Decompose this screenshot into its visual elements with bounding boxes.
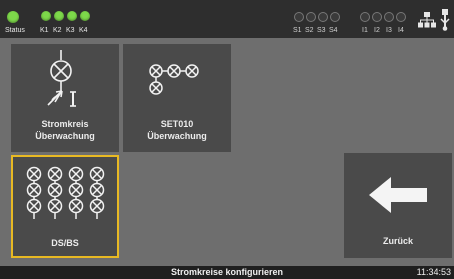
relay-led-k3 [67, 11, 77, 21]
sensor-label-s2: S2 [305, 27, 314, 34]
zurueck-label: Zurück [382, 236, 413, 246]
page-title: Stromkreise konfigurieren [170, 267, 284, 277]
relay-label-k3: K3 [66, 27, 75, 34]
footer-bar: Stromkreise konfigurieren 11:34:53 [0, 266, 454, 279]
status-bar: Status K1 K2 K3 K4 S1 S2 S3 S4 I1 I2 I3 … [0, 0, 454, 38]
sensor-label-s3: S3 [317, 27, 326, 34]
stromkreis-label-line2: Überwachung [35, 131, 95, 141]
set010-label-line2: Überwachung [147, 131, 207, 141]
sensor-label-s4: S4 [329, 27, 338, 34]
dsbs-tile[interactable]: DS/BS [11, 155, 119, 258]
status-led [7, 11, 19, 23]
usb-icon [440, 9, 450, 31]
input-led-i4 [396, 12, 406, 22]
sensor-label-s1: S1 [293, 27, 302, 34]
arrow-left-icon [369, 177, 427, 213]
relay-label-k1: K1 [40, 27, 49, 34]
zurueck-button[interactable]: Zurück [344, 153, 452, 258]
stromkreis-ueberwachung-tile[interactable]: Stromkreis Überwachung [11, 44, 119, 152]
relay-label-k4: K4 [79, 27, 88, 34]
relay-led-k2 [54, 11, 64, 21]
input-led-i3 [384, 12, 394, 22]
stromkreis-label-line1: Stromkreis [41, 119, 89, 129]
sensor-led-s1 [294, 12, 304, 22]
set010-ueberwachung-tile[interactable]: SET010 Überwachung [123, 44, 231, 152]
input-led-i2 [372, 12, 382, 22]
clock: 11:34:53 [416, 267, 451, 277]
input-label-i4: I4 [398, 27, 404, 34]
sensor-led-s3 [318, 12, 328, 22]
input-label-i2: I2 [374, 27, 380, 34]
status-label: Status [5, 27, 25, 34]
input-label-i3: I3 [386, 27, 392, 34]
relay-led-k1 [41, 11, 51, 21]
dsbs-label: DS/BS [51, 238, 79, 248]
sensor-led-s4 [330, 12, 340, 22]
input-led-i1 [360, 12, 370, 22]
lamp-group-icon [149, 64, 199, 95]
input-label-i1: I1 [362, 27, 368, 34]
relay-led-k4 [80, 11, 90, 21]
set010-label-line1: SET010 [160, 119, 194, 129]
network-icon [418, 12, 436, 28]
sensor-led-s2 [306, 12, 316, 22]
screen: Status K1 K2 K3 K4 S1 S2 S3 S4 I1 I2 I3 … [0, 0, 454, 279]
lamp-current-monitor-icon [47, 50, 76, 107]
relay-label-k2: K2 [53, 27, 62, 34]
lamp-grid-icon [26, 166, 105, 219]
